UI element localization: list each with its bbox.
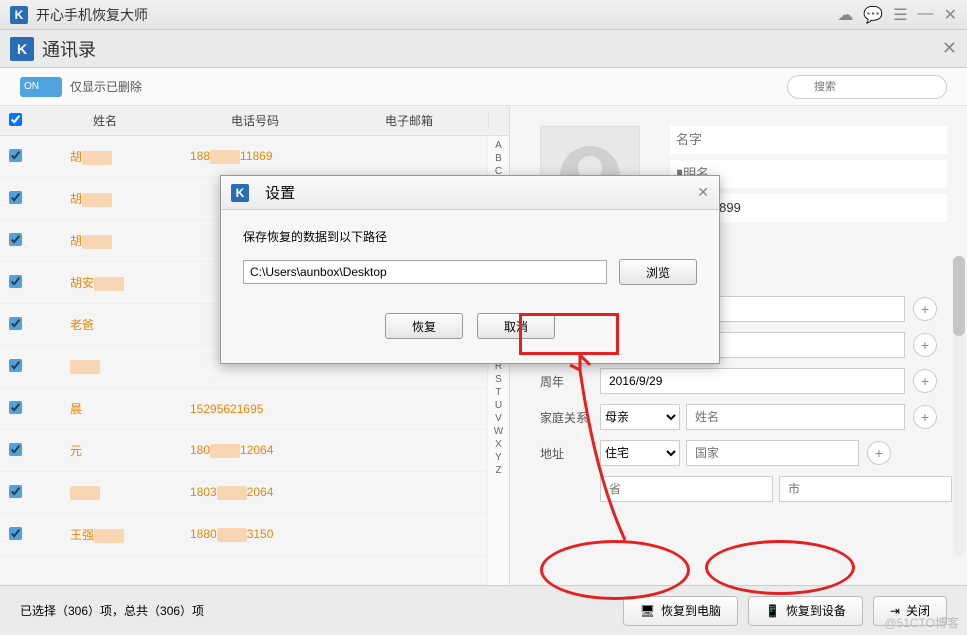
add-extra-button[interactable]: + bbox=[913, 297, 937, 321]
restore-button[interactable]: 恢复 bbox=[385, 313, 463, 339]
add-anniversary-button[interactable]: + bbox=[913, 369, 937, 393]
row-name: 胡▮▮ bbox=[30, 148, 180, 165]
row-checkbox[interactable] bbox=[9, 527, 22, 540]
table-row[interactable]: 王强▮ 1880▮▮3150 bbox=[0, 514, 487, 556]
alpha-letter[interactable]: W bbox=[494, 426, 503, 437]
close-icon[interactable]: ✕ bbox=[944, 5, 957, 25]
alpha-letter[interactable]: Y bbox=[495, 452, 502, 463]
row-checkbox[interactable] bbox=[9, 485, 22, 498]
add-url-button[interactable]: + bbox=[913, 333, 937, 357]
app-logo-icon: K bbox=[10, 6, 28, 24]
row-name: 胡安▮ bbox=[30, 274, 180, 291]
row-checkbox[interactable] bbox=[9, 233, 22, 246]
alpha-letter[interactable]: T bbox=[495, 387, 501, 398]
search-input[interactable] bbox=[787, 75, 947, 99]
modal-title: 设置 bbox=[265, 182, 295, 203]
row-phone: 1880▮▮3150 bbox=[180, 527, 330, 542]
address-country-input[interactable] bbox=[686, 440, 859, 466]
settings-modal: K 设置 ✕ 保存恢复的数据到以下路径 浏览 恢复 取消 bbox=[220, 175, 720, 364]
col-phone: 电话号码 bbox=[180, 112, 330, 129]
row-phone: 180▮▮12064 bbox=[180, 443, 330, 458]
add-address-button[interactable]: + bbox=[867, 441, 891, 465]
row-phone: 1803▮▮2064 bbox=[180, 485, 330, 500]
alpha-letter[interactable]: B bbox=[495, 153, 502, 164]
minimize-icon[interactable]: — bbox=[918, 5, 934, 25]
wechat-icon[interactable]: ☁ bbox=[837, 5, 853, 25]
row-checkbox[interactable] bbox=[9, 401, 22, 414]
row-name: ▮ bbox=[30, 359, 180, 374]
pc-icon: 🖥 bbox=[640, 604, 655, 618]
menu-icon[interactable]: ☰ bbox=[893, 5, 907, 25]
row-checkbox[interactable] bbox=[9, 275, 22, 288]
alpha-letter[interactable]: X bbox=[495, 439, 502, 450]
row-phone: 15295621695 bbox=[180, 402, 330, 416]
alpha-letter[interactable]: A bbox=[495, 140, 502, 151]
table-row[interactable]: 胡▮▮ 188▮▮11869 bbox=[0, 136, 487, 178]
address-type-select[interactable]: 住宅 bbox=[600, 440, 680, 466]
chat-icon[interactable]: 💬 bbox=[863, 5, 883, 25]
address-prov-input[interactable] bbox=[600, 476, 773, 502]
table-row[interactable]: 晨 15295621695 bbox=[0, 388, 487, 430]
browse-button[interactable]: 浏览 bbox=[619, 259, 697, 285]
save-path-input[interactable] bbox=[243, 260, 607, 284]
modal-close-icon[interactable]: ✕ bbox=[697, 184, 709, 201]
family-relation-select[interactable]: 母亲 bbox=[600, 404, 680, 430]
anniversary-input[interactable] bbox=[600, 368, 905, 394]
alpha-letter[interactable]: U bbox=[495, 400, 502, 411]
row-name: 元 bbox=[30, 442, 180, 459]
row-checkbox[interactable] bbox=[9, 191, 22, 204]
add-family-button[interactable]: + bbox=[913, 405, 937, 429]
row-name: 王强▮ bbox=[30, 526, 180, 543]
row-name: 胡▮ bbox=[30, 232, 180, 249]
table-header: 姓名 电话号码 电子邮箱 bbox=[0, 106, 509, 136]
deleted-only-toggle[interactable]: ON bbox=[20, 77, 62, 97]
row-name: ▮ bbox=[30, 485, 180, 500]
toolbar: ON 仅显示已删除 bbox=[0, 68, 967, 106]
row-checkbox[interactable] bbox=[9, 317, 22, 330]
cancel-button[interactable]: 取消 bbox=[477, 313, 555, 339]
address-label: 地址 bbox=[540, 445, 600, 462]
row-checkbox[interactable] bbox=[9, 359, 22, 372]
name-field[interactable] bbox=[670, 126, 947, 154]
restore-to-pc-button[interactable]: 🖥恢复到电脑 bbox=[623, 596, 738, 626]
row-phone: 188▮▮11869 bbox=[180, 149, 330, 164]
table-row[interactable]: ▮ 1803▮▮2064 bbox=[0, 472, 487, 514]
modal-label: 保存恢复的数据到以下路径 bbox=[243, 228, 697, 245]
select-all-checkbox[interactable] bbox=[9, 113, 22, 126]
modal-logo-icon: K bbox=[231, 184, 249, 202]
app-title: 开心手机恢复大师 bbox=[36, 5, 148, 25]
row-name: 老爸 bbox=[30, 316, 180, 333]
section-close-icon[interactable]: ✕ bbox=[942, 38, 957, 59]
window-titlebar: K 开心手机恢复大师 ☁ 💬 ☰ — ✕ bbox=[0, 0, 967, 30]
restore-to-device-button[interactable]: 📱恢复到设备 bbox=[748, 596, 863, 626]
alpha-letter[interactable]: V bbox=[495, 413, 502, 424]
family-name-input[interactable] bbox=[686, 404, 905, 430]
watermark-cto: @51CTO博客 bbox=[884, 614, 959, 631]
alpha-letter[interactable]: S bbox=[495, 374, 502, 385]
row-name: 胡▮▮ bbox=[30, 190, 180, 207]
section-header: K 通讯录 ✕ bbox=[0, 30, 967, 68]
row-checkbox[interactable] bbox=[9, 443, 22, 456]
address-city-input[interactable] bbox=[779, 476, 952, 502]
alpha-letter[interactable]: Z bbox=[495, 465, 501, 476]
anniversary-label: 周年 bbox=[540, 373, 600, 390]
row-name: 晨 bbox=[30, 400, 180, 417]
row-checkbox[interactable] bbox=[9, 149, 22, 162]
deleted-only-label: 仅显示已删除 bbox=[70, 78, 142, 95]
col-name: 姓名 bbox=[30, 112, 180, 129]
device-icon: 📱 bbox=[765, 604, 780, 618]
selection-status: 已选择（306）项，总共（306）项 bbox=[20, 602, 204, 619]
table-row[interactable]: 元 180▮▮12064 bbox=[0, 430, 487, 472]
section-title: 通讯录 bbox=[42, 36, 96, 62]
family-label: 家庭关系 bbox=[540, 409, 600, 426]
col-email: 电子邮箱 bbox=[330, 112, 489, 129]
footer: 已选择（306）项，总共（306）项 🖥恢复到电脑 📱恢复到设备 ⇥关闭 bbox=[0, 585, 967, 635]
section-logo-icon: K bbox=[10, 37, 34, 61]
detail-scrollbar[interactable] bbox=[953, 256, 965, 556]
